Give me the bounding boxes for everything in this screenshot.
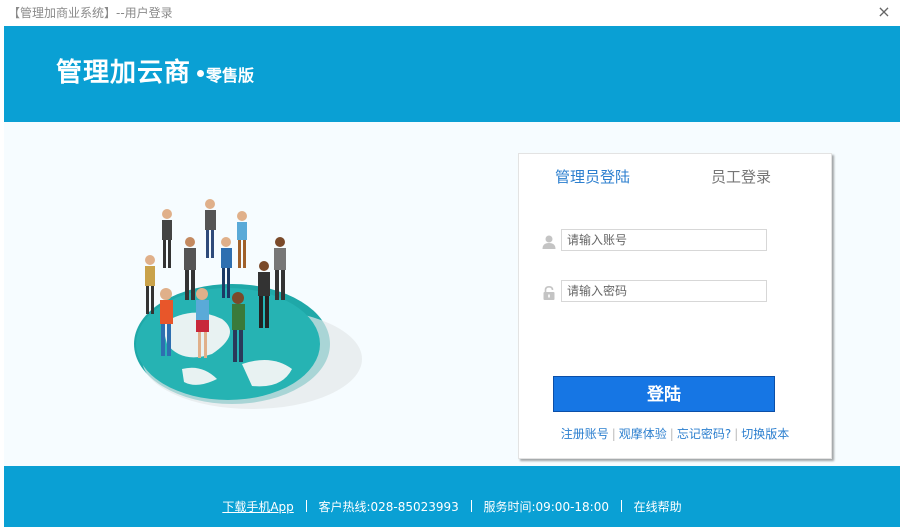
username-input[interactable] [561,229,767,251]
header-banner: 管理加云商 零售版 [4,26,900,122]
footer-bar: 下载手机App 客户热线:028-85023993 服务时间:09:00-18:… [4,466,900,527]
register-link[interactable]: 注册账号 [561,427,609,441]
download-app-link[interactable]: 下载手机App [222,500,293,514]
link-divider: | [611,427,616,441]
login-button[interactable]: 登陆 [553,376,775,412]
link-divider: | [734,427,739,441]
customer-hotline: 客户热线:028-85023993 [318,500,459,514]
service-hours: 服务时间:09:00-18:00 [483,500,609,514]
login-window: 管理加云商 零售版 管理员登陆 员工登录 请输入账号 登陆 注册账号 | 观摩体… [4,26,900,527]
footer-divider [305,500,307,512]
footer-divider [470,500,472,512]
demo-link[interactable]: 观摩体验 [619,427,667,441]
switch-version-link[interactable]: 切换版本 [741,427,789,441]
brand-name: 管理加云商 [56,58,192,88]
title-bar: 【管理加商业系统】--用户登录 × [0,0,900,26]
login-links: 注册账号 | 观摩体验 | 忘记密码? | 切换版本 [519,425,831,442]
lock-icon [543,285,555,300]
user-icon [542,235,556,249]
link-divider: | [669,427,674,441]
online-help-link[interactable]: 在线帮助 [634,500,682,514]
footer-info: 下载手机App 客户热线:028-85023993 服务时间:09:00-18:… [4,498,900,515]
forgot-password-link[interactable]: 忘记密码? [677,427,731,441]
password-input[interactable] [561,280,767,302]
window-title: 【管理加商业系统】--用户登录 [8,6,173,20]
tab-staff-login[interactable]: 员工登录 [711,166,771,187]
close-icon[interactable]: × [874,2,894,22]
footer-divider [620,500,622,512]
login-panel: 管理员登陆 员工登录 登陆 注册账号|观摩体验|忘记密码?|切换版本 [518,153,832,459]
people-globe-illustration [134,199,362,409]
brand-dot-icon [197,70,204,77]
brand-edition: 零售版 [206,66,255,85]
tab-admin-login[interactable]: 管理员登陆 [555,166,630,187]
